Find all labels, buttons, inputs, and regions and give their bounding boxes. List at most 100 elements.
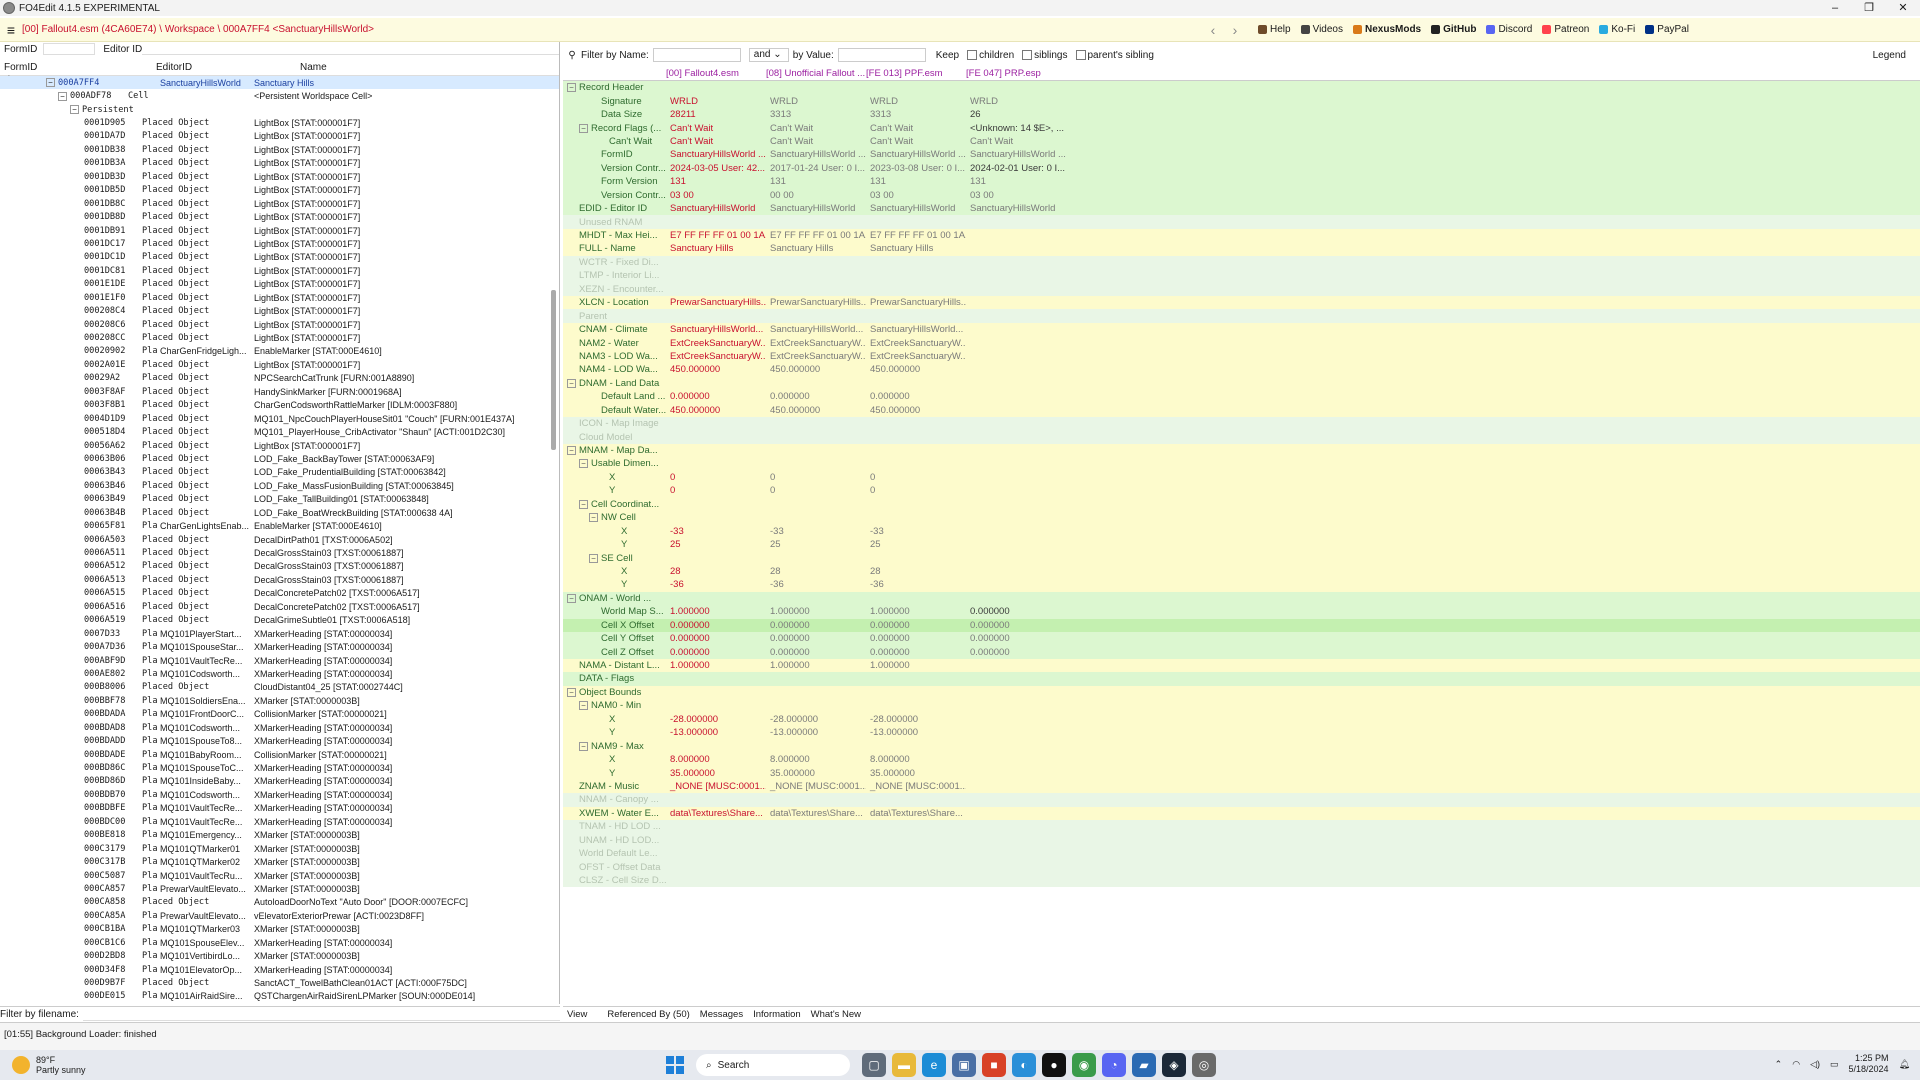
tree-row[interactable]: 000BDADA Pla MQ101FrontDoorC... CollisionMa… bbox=[0, 708, 559, 721]
collapse-toggle-icon[interactable]: − bbox=[579, 701, 588, 711]
grid-row[interactable]: World Map S... 1.000000 1.000000 1.000000 0.… bbox=[563, 605, 1920, 619]
collapse-toggle-icon[interactable]: − bbox=[567, 687, 576, 697]
legend-button[interactable]: Legend bbox=[1873, 50, 1906, 61]
tree-row[interactable]: 0001DB3D Placed Object LightBox [STAT:0000… bbox=[0, 170, 559, 183]
siblings-checkbox[interactable] bbox=[1022, 50, 1033, 60]
grid-row[interactable]: CNAM - Climate SanctuaryHillsWorld... Sanc… bbox=[563, 322, 1920, 337]
tree-row[interactable]: 000CA85A Pla PrewarVaultElevato... vElevato… bbox=[0, 909, 559, 922]
grid-row[interactable]: Signature WRLD WRLD WRLD WRLD bbox=[563, 94, 1920, 108]
grid-row[interactable]: X 0 0 0 bbox=[563, 470, 1920, 485]
tree-row[interactable]: 000BDB70 Pla MQ101Codsworth... XMarkerHeadi… bbox=[0, 788, 559, 801]
tree-row[interactable]: −000ADF78 Cell <Persistent Worldspace Cell… bbox=[0, 89, 559, 102]
link-help[interactable]: Help bbox=[1258, 24, 1291, 35]
tree-row[interactable]: 0001DB8C Placed Object LightBox [STAT:0000… bbox=[0, 197, 559, 210]
tree-row[interactable]: 000ABF9D Pla MQ101VaultTecRe... XMarkerHead… bbox=[0, 654, 559, 667]
grid-row[interactable]: − Object Bounds bbox=[563, 685, 1920, 700]
filter-operator-select[interactable]: and ⌄ bbox=[748, 48, 789, 62]
formid-column-header[interactable]: FormID ▲ bbox=[0, 62, 50, 84]
grid-row[interactable]: − Record Header bbox=[563, 81, 1920, 95]
tab-view[interactable]: View bbox=[567, 1009, 597, 1020]
tree-row[interactable]: 0006A511 Placed Object DecalGrossStain03 [… bbox=[0, 546, 559, 559]
tree-row[interactable]: 0001DC1D Placed Object LightBox [STAT:0000… bbox=[0, 251, 559, 264]
link-patreon[interactable]: Patreon bbox=[1542, 24, 1589, 35]
formid-search-input[interactable] bbox=[43, 43, 96, 55]
tree-row[interactable]: 0003F8AF Placed Object HandySinkMarker [FU… bbox=[0, 385, 559, 398]
name-column-header[interactable]: Name bbox=[256, 62, 327, 75]
widgets-icon[interactable]: ▢ bbox=[862, 1053, 886, 1077]
plugin-column-header[interactable]: [08] Unofficial Fallout ... bbox=[766, 68, 866, 80]
filter-name-input[interactable] bbox=[652, 48, 741, 62]
tree-row[interactable]: 000A7D36 Pla MQ101SpouseStar... XMarkerHead… bbox=[0, 640, 559, 653]
grid-row[interactable]: − SE Cell bbox=[563, 551, 1920, 565]
grid-row[interactable]: − ONAM - World ... bbox=[563, 591, 1920, 606]
start-button[interactable] bbox=[666, 1056, 684, 1074]
tree-row[interactable]: 0003F8B1 Placed Object CharGenCodsworthRat… bbox=[0, 399, 559, 412]
tree-row[interactable]: 000BD86D Pla MQ101InsideBaby... XMarkerHead… bbox=[0, 775, 559, 788]
grid-row[interactable]: XWEM - Water E... data\Textures\Share... d… bbox=[563, 806, 1920, 821]
tree-row[interactable]: 00063B06 Placed Object LOD_Fake_BackBayTow… bbox=[0, 452, 559, 465]
link-paypal[interactable]: PayPal bbox=[1645, 24, 1689, 35]
parents-sibling-checkbox[interactable] bbox=[1075, 50, 1086, 60]
volume-icon[interactable]: ◁) bbox=[1810, 1059, 1820, 1070]
pin-icon[interactable]: ⚲ bbox=[563, 50, 581, 61]
tree-row[interactable]: 00029A2 Placed Object NPCSearchCatTrunk [F… bbox=[0, 372, 559, 385]
collapse-toggle-icon[interactable]: − bbox=[589, 513, 598, 523]
link-ko-fi[interactable]: Ko-Fi bbox=[1599, 24, 1635, 35]
grid-row[interactable]: CLSZ - Cell Size D... bbox=[563, 873, 1920, 888]
clock[interactable]: 1:25 PM 5/18/2024 bbox=[1849, 1053, 1889, 1075]
tree-row[interactable]: 0006A503 Placed Object DecalDirtPath01 [TX… bbox=[0, 533, 559, 546]
tree-row[interactable]: 0001DB3A Placed Object LightBox [STAT:0000… bbox=[0, 157, 559, 170]
tree-row[interactable]: 0006A516 Placed Object DecalConcretePatch0… bbox=[0, 600, 559, 613]
collapse-toggle-icon[interactable]: − bbox=[579, 741, 588, 751]
tree-row[interactable]: 0004D1D9 Placed Object MQ101_NpcCouchPlaye… bbox=[0, 412, 559, 425]
file-explorer-icon[interactable]: ▬ bbox=[892, 1053, 916, 1077]
store-icon[interactable]: ■ bbox=[982, 1053, 1006, 1077]
tree-row[interactable]: 0001DB38 Placed Object LightBox [STAT:0000… bbox=[0, 143, 559, 156]
chevron-up-icon[interactable]: ⌃ bbox=[1775, 1059, 1783, 1070]
tree-row[interactable]: 000208C6 Placed Object LightBox [STAT:0000… bbox=[0, 318, 559, 331]
grid-row[interactable]: FormID SanctuaryHillsWorld ... SanctuaryHi… bbox=[563, 148, 1920, 162]
tree-row[interactable]: 000C5087 Pla MQ101VaultTecRu... XMarker [ST… bbox=[0, 869, 559, 882]
grid-row[interactable]: Can't Wait Can't Wait Can't Wait Can't Wait… bbox=[563, 134, 1920, 149]
grid-row[interactable]: NAM2 - Water ExtCreekSanctuaryW... ExtCree… bbox=[563, 336, 1920, 350]
tree-row[interactable]: 0001E1DE Placed Object LightBox [STAT:0000… bbox=[0, 278, 559, 291]
tree-row[interactable]: 000BD86C Pla MQ101SpouseToC... XMarkerHeadi… bbox=[0, 761, 559, 774]
tree-row[interactable]: 000AE802 Pla MQ101Codsworth... XMarkerHeadi… bbox=[0, 667, 559, 680]
tree-row[interactable]: 000CB1BA Pla MQ101QTMarker03 XMarker [STAT:… bbox=[0, 923, 559, 936]
tree-row[interactable]: 0006A515 Placed Object DecalConcretePatch0… bbox=[0, 587, 559, 600]
grid-row[interactable]: X 28 28 28 bbox=[563, 564, 1920, 579]
tree-row[interactable]: 000BDAD8 Pla MQ101Codsworth... XMarkerHeadi… bbox=[0, 721, 559, 734]
grid-row[interactable]: World Default Le... bbox=[563, 846, 1920, 861]
expand-toggle-icon[interactable]: − bbox=[58, 91, 67, 101]
plugin-column-header[interactable]: [00] Fallout4.esm bbox=[666, 68, 766, 80]
expand-toggle-icon[interactable]: − bbox=[70, 105, 79, 115]
collapse-toggle-icon[interactable]: − bbox=[589, 553, 598, 563]
grid-row[interactable]: Version Contr... 03 00 00 00 03 00 03 00 bbox=[563, 188, 1920, 202]
tree-row[interactable]: 000D2BD8 Pla MQ101VertibirdLo... XMarker [S… bbox=[0, 949, 559, 962]
tree-row[interactable]: 000CA857 Pla PrewarVaultElevato... XMarker … bbox=[0, 882, 559, 895]
grid-row[interactable]: NNAM - Canopy ... bbox=[563, 793, 1920, 807]
grid-row[interactable]: FULL - Name Sanctuary Hills Sanctuary Hill… bbox=[563, 242, 1920, 256]
steam-icon[interactable]: ◈ bbox=[1162, 1053, 1186, 1077]
link-videos[interactable]: Videos bbox=[1300, 24, 1343, 35]
tree-row[interactable]: 000C3179 Pla MQ101QTMarker01 XMarker [STAT:… bbox=[0, 842, 559, 855]
weather-widget[interactable]: 89°F Partly sunny bbox=[12, 1055, 86, 1075]
plugin-column-header[interactable]: [FE 013] PPF.esm bbox=[866, 68, 966, 80]
tab-what's[interactable]: What's New bbox=[811, 1009, 861, 1020]
edge-icon[interactable]: e bbox=[922, 1053, 946, 1077]
app-icon-7[interactable]: ● bbox=[1042, 1053, 1066, 1077]
grid-row[interactable]: X -33 -33 -33 bbox=[563, 524, 1920, 538]
tree-row[interactable]: 0001DC17 Placed Object LightBox [STAT:0000… bbox=[0, 237, 559, 250]
tree-row[interactable]: 0001D905 Placed Object LightBox [STAT:0000… bbox=[0, 116, 559, 129]
collapse-toggle-icon[interactable]: − bbox=[579, 123, 588, 133]
tree-row[interactable]: 000BDADE Pla MQ101BabyRoom... CollisionMark… bbox=[0, 748, 559, 761]
grid-row[interactable]: − Usable Dimen... bbox=[563, 457, 1920, 471]
tab-messages[interactable]: Messages bbox=[700, 1009, 743, 1020]
fo4edit-icon[interactable]: ◎ bbox=[1192, 1053, 1216, 1077]
tree-row[interactable]: 0006A513 Placed Object DecalGrossStain03 [… bbox=[0, 573, 559, 586]
grid-row[interactable]: Parent bbox=[563, 309, 1920, 323]
tree-row[interactable]: 00056A62 Placed Object LightBox [STAT:0000… bbox=[0, 439, 559, 452]
tree-row[interactable]: 0006A519 Placed Object DecalGrimeSubtle01 … bbox=[0, 614, 559, 627]
grid-row[interactable]: Cloud Model bbox=[563, 430, 1920, 444]
grid-row[interactable]: Y 25 25 25 bbox=[563, 537, 1920, 552]
